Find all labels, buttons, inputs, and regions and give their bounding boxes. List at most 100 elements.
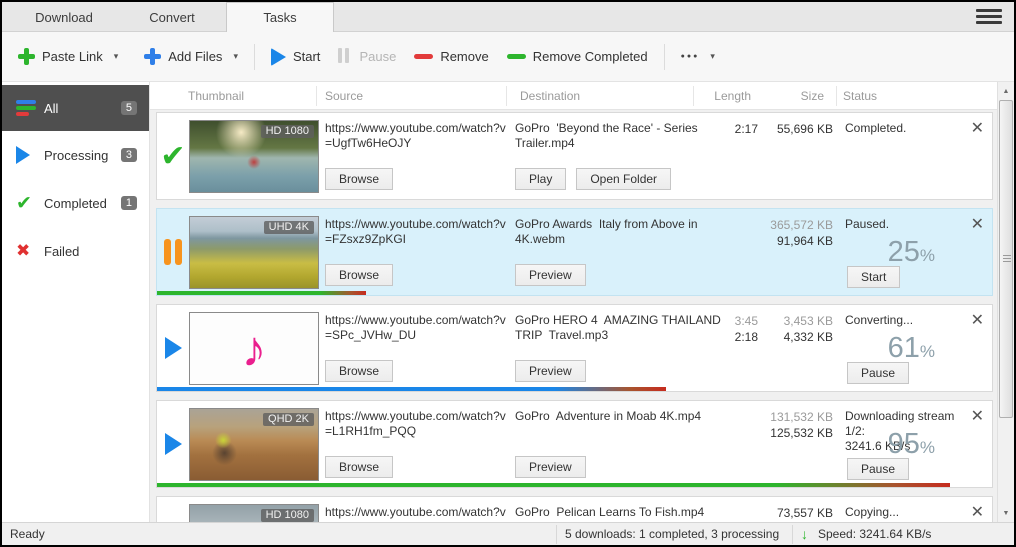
browse-button[interactable]: Browse — [325, 168, 393, 190]
music-note-icon: ♪ — [190, 313, 318, 384]
column-source: Source — [325, 89, 363, 103]
task-row[interactable]: HD 1080 https://www.youtube.com/watch?v=… — [156, 496, 993, 522]
play-button[interactable]: Play — [515, 168, 566, 190]
sidebar-item-processing[interactable]: Processing 3 — [2, 131, 149, 179]
tab-convert[interactable]: Convert — [118, 2, 226, 31]
pause-button[interactable]: Pause — [338, 48, 396, 66]
paste-link-label: Paste Link — [42, 49, 103, 64]
remove-label: Remove — [440, 49, 488, 64]
task-row[interactable]: QHD 2K https://www.youtube.com/watch?v=L… — [156, 400, 993, 488]
column-destination: Destination — [520, 89, 580, 103]
size-cell: 365,572 KB91,964 KB — [763, 217, 833, 249]
failed-x-icon: ✖ — [16, 241, 44, 261]
chevron-down-icon[interactable]: ▾ — [114, 51, 119, 62]
close-icon[interactable]: ✕ — [971, 406, 984, 426]
tab-download[interactable]: Download — [10, 2, 118, 31]
add-files-label: Add Files — [168, 49, 222, 64]
video-thumbnail: UHD 4K — [189, 216, 319, 289]
preview-button[interactable]: Preview — [515, 360, 586, 382]
browse-button[interactable]: Browse — [325, 456, 393, 478]
minus-icon — [414, 54, 433, 59]
destination-filename: GoPro Adventure in Moab 4K.mp4 — [515, 409, 729, 424]
close-icon[interactable]: ✕ — [971, 502, 984, 522]
remove-button[interactable]: Remove — [414, 49, 488, 64]
source-url: https://www.youtube.com/watch?v=SPc_JVHw… — [325, 313, 509, 343]
more-button[interactable]: ●●● ▾ — [681, 51, 715, 62]
column-status: Status — [843, 89, 877, 103]
toolbar: Paste Link ▾ Add Files ▾ Start Pause Rem… — [2, 32, 1014, 82]
progress-bar — [157, 483, 950, 487]
row-action-button[interactable]: Start — [847, 266, 900, 288]
speed-down-arrow-icon: ↓ — [801, 526, 808, 542]
length-cell: 3:452:18 — [702, 313, 758, 345]
toolbar-separator — [254, 44, 255, 70]
sidebar-item-failed[interactable]: ✖ Failed — [2, 227, 149, 275]
start-button[interactable]: Start — [271, 48, 320, 66]
status-cell: Completed. — [845, 121, 963, 136]
scroll-up-icon[interactable]: ▲ — [998, 83, 1014, 99]
processing-play-icon — [16, 146, 44, 164]
column-length: Length — [701, 89, 751, 103]
progress-percent: 95% — [843, 428, 935, 461]
sidebar-item-label: Processing — [44, 148, 121, 163]
browse-button[interactable]: Browse — [325, 264, 393, 286]
row-action-button[interactable]: Pause — [847, 458, 909, 480]
more-dots-icon: ●●● — [681, 53, 700, 60]
scrollbar-thumb[interactable] — [999, 100, 1013, 418]
tab-bar: Download Convert Tasks — [2, 2, 1014, 32]
close-icon[interactable]: ✕ — [971, 310, 984, 330]
close-icon[interactable]: ✕ — [971, 118, 984, 138]
browse-button[interactable]: Browse — [325, 360, 393, 382]
destination-filename: GoPro Pelican Learns To Fish.mp4 — [515, 505, 729, 520]
row-state-icon — [157, 209, 189, 295]
status-speed: Speed: 3241.64 KB/s — [818, 527, 931, 541]
row-state-icon — [157, 497, 189, 522]
menu-icon[interactable] — [976, 9, 1002, 27]
progress-percent: 25% — [843, 236, 935, 269]
task-row[interactable]: ✔ HD 1080 https://www.youtube.com/watch?… — [156, 112, 993, 200]
status-bar: Ready 5 downloads: 1 completed, 3 proces… — [2, 522, 1014, 546]
remove-completed-label: Remove Completed — [533, 49, 648, 64]
toolbar-separator — [664, 44, 665, 70]
play-icon — [271, 48, 286, 66]
start-label: Start — [293, 49, 320, 64]
destination-filename: GoPro HERO 4 AMAZING THAILAND TRIP Trave… — [515, 313, 729, 343]
vertical-scrollbar[interactable]: ▲ ▼ — [997, 82, 1014, 522]
sidebar-item-label: Completed — [44, 196, 121, 211]
row-state-icon: ✔ — [157, 113, 189, 199]
progress-percent: 61% — [843, 332, 935, 365]
row-state-icon — [157, 305, 189, 391]
source-url: https://www.youtube.com/watch?v=L1RH1fm_… — [325, 409, 509, 439]
status-cell: Converting... — [845, 313, 963, 328]
close-icon[interactable]: ✕ — [971, 214, 984, 234]
preview-button[interactable]: Preview — [515, 456, 586, 478]
resolution-badge: HD 1080 — [261, 509, 314, 522]
task-row[interactable]: UHD 4K https://www.youtube.com/watch?v=F… — [156, 208, 993, 296]
preview-button[interactable]: Preview — [515, 264, 586, 286]
size-cell: 55,696 KB — [763, 121, 833, 137]
video-thumbnail: QHD 2K — [189, 408, 319, 481]
sidebar: All 5 Processing 3 ✔ Completed 1 ✖ Faile… — [2, 82, 150, 522]
sidebar-item-all[interactable]: All 5 — [2, 85, 149, 131]
task-list: ✔ HD 1080 https://www.youtube.com/watch?… — [150, 110, 997, 522]
destination-filename: GoPro Awards Italy from Above in 4K.webm — [515, 217, 729, 247]
open-folder-button[interactable]: Open Folder — [576, 168, 671, 190]
size-cell: 73,557 KB — [763, 505, 833, 521]
tab-tasks[interactable]: Tasks — [226, 2, 334, 32]
chevron-down-icon[interactable]: ▾ — [233, 51, 238, 62]
paste-link-button[interactable]: Paste Link ▾ — [18, 48, 118, 65]
sidebar-item-completed[interactable]: ✔ Completed 1 — [2, 179, 149, 227]
video-thumbnail: HD 1080 — [189, 504, 319, 522]
remove-completed-button[interactable]: Remove Completed — [507, 49, 648, 64]
pause-label: Pause — [359, 49, 396, 64]
scroll-down-icon[interactable]: ▼ — [998, 505, 1014, 521]
task-row[interactable]: ♪ https://www.youtube.com/watch?v=SPc_JV… — [156, 304, 993, 392]
count-badge: 1 — [121, 196, 137, 210]
column-size: Size — [758, 89, 824, 103]
sidebar-item-label: All — [44, 101, 121, 116]
resolution-badge: QHD 2K — [263, 413, 314, 426]
pause-icon — [338, 48, 352, 66]
add-files-button[interactable]: Add Files ▾ — [144, 48, 238, 65]
sidebar-item-label: Failed — [44, 244, 137, 259]
row-action-button[interactable]: Pause — [847, 362, 909, 384]
